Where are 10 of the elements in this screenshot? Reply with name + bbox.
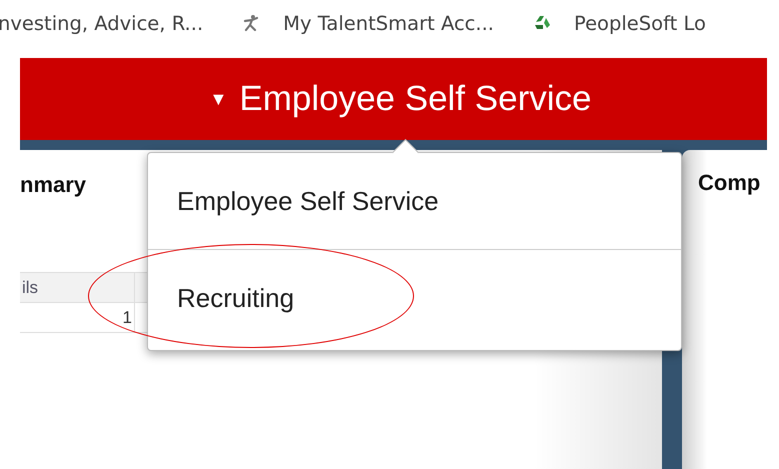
bookmark-link[interactable]: PeopleSoft Lo — [532, 12, 706, 34]
menu-item[interactable]: Recruiting — [148, 282, 294, 314]
column-header: ils — [20, 273, 135, 302]
homepage-selector[interactable]: ▼ Employee Self Service — [196, 79, 592, 119]
tile-title: Comp — [698, 170, 760, 196]
bookmark-link[interactable]: nvesting, Advice, R... — [0, 12, 204, 34]
table-cell: 1 — [20, 303, 135, 332]
tile-title: nmary — [20, 172, 86, 198]
menu-item[interactable]: Employee Self Service — [148, 186, 439, 216]
bookmark-link[interactable]: My TalentSmart Acc... — [241, 12, 494, 34]
